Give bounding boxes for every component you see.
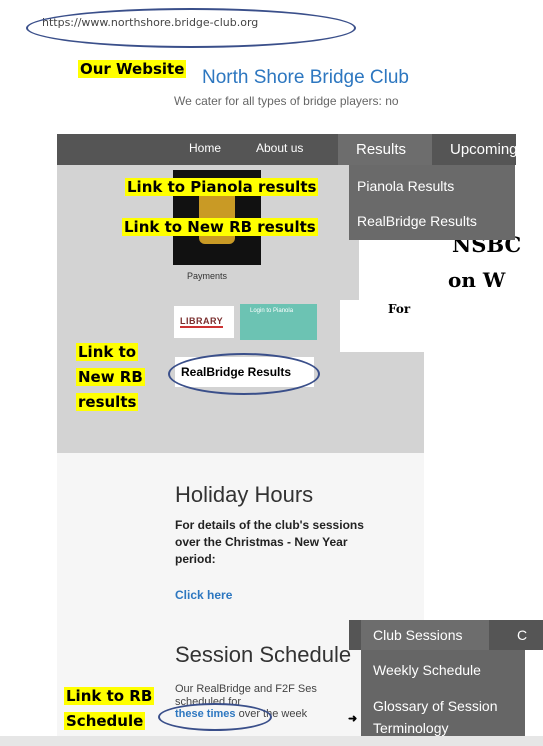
holiday-heading: Holiday Hours: [175, 482, 314, 507]
library-button[interactable]: LIBRARY: [174, 306, 234, 338]
url-annotation-oval: [26, 8, 356, 48]
session-heading: Session Schedule: [175, 642, 352, 667]
banner-for: For: [388, 302, 411, 316]
arrow-icon: ➜: [348, 713, 358, 725]
times-annotation-oval: [158, 703, 272, 731]
club-sessions-label[interactable]: Club Sessions: [373, 627, 463, 643]
annotation-our-website: Our Website: [78, 60, 187, 78]
club-sessions-dropdown: Weekly Schedule Glossary of Session Term…: [361, 650, 525, 746]
banner-line-2: on W: [448, 268, 506, 292]
site-title[interactable]: North Shore Bridge Club: [202, 67, 409, 89]
annotation-rb-schedule: Link to RB Schedule: [64, 687, 155, 730]
annotation-new-rb-side: Link to New RB results: [76, 343, 145, 411]
nav-about[interactable]: About us: [256, 141, 303, 155]
menu-glossary-2[interactable]: Terminology: [373, 720, 448, 736]
menu-pianola-results[interactable]: Pianola Results: [357, 178, 454, 194]
nav-home[interactable]: Home: [189, 141, 221, 155]
holiday-details: For details of the club's sessions over …: [175, 518, 364, 566]
main-navbar: Home About us: [57, 134, 516, 165]
annotation-pianola: Link to Pianola results: [125, 178, 319, 196]
holiday-link[interactable]: Click here: [175, 588, 232, 602]
payments-label: Payments: [187, 271, 228, 281]
nav-results[interactable]: Results: [338, 134, 432, 165]
annotation-new-rb: Link to New RB results: [122, 218, 318, 236]
rb-annotation-oval: [168, 353, 320, 395]
site-tagline: We cater for all types of bridge players…: [174, 94, 399, 108]
results-dropdown: Pianola Results RealBridge Results: [349, 165, 515, 240]
menu-weekly-schedule[interactable]: Weekly Schedule: [373, 662, 481, 678]
pianola-login-button[interactable]: Login to Pianola: [240, 304, 317, 340]
banner-box-2: [340, 300, 424, 352]
page-bottom-bar: [0, 736, 543, 746]
nav-upcoming[interactable]: Upcoming: [450, 141, 518, 158]
menu-glossary[interactable]: Glossary of Session: [373, 698, 498, 714]
nav-next-item[interactable]: C: [517, 627, 527, 643]
menu-realbridge-results[interactable]: RealBridge Results: [357, 213, 477, 229]
